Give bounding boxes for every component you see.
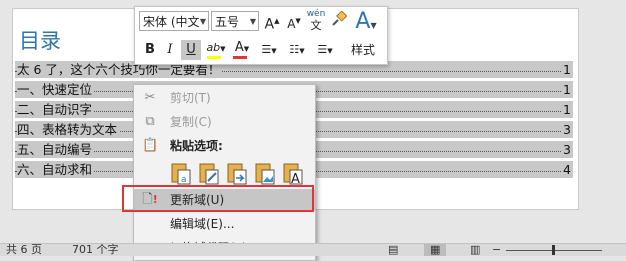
menu-item-label: 复制(C) [170,115,212,129]
toc-entry-page: 4 [561,161,571,178]
indent-icon[interactable]: ☰▼ [313,40,337,60]
toc-entry-page: 1 [561,101,571,118]
highlight-box [122,185,314,212]
toc-entry-label: 一、快速定位 [17,81,95,98]
copy-icon: ⧉ [145,114,155,129]
toc-entry-page: 1 [561,61,571,78]
paste-merge-format-icon[interactable] [198,161,220,187]
print-layout-icon[interactable]: ▦ [424,244,447,256]
menu-item-paste-options: 📋 粘贴选项: [134,135,315,157]
clipboard-icon: 📋 [142,138,159,153]
status-bar: 共 6 页 701 个字 ▤ ▦ ▥ − [0,243,626,256]
font-size-value: 五号 [215,15,240,29]
toc-entry-page: 1 [561,81,571,98]
zoom-slider-thumb[interactable] [552,245,555,255]
menu-item-cut[interactable]: ✂ 剪切(T) [134,87,315,109]
toc-entry-page: 3 [561,121,571,138]
chevron-down-icon: ▼ [199,17,206,26]
italic-button[interactable]: I [161,40,179,60]
word-count[interactable]: 701 个字 [72,244,119,256]
font-color-icon[interactable]: A▼ [231,38,253,59]
phonetic-guide-icon[interactable]: wén 文 [306,9,326,32]
margin-corner-mark [12,8,24,20]
numbering-icon[interactable]: ☷▼ [285,40,309,60]
toc-entry-label: 六、自动求和 [17,161,95,178]
toc-entry-label: 二、自动识字 [17,101,95,118]
styles-label[interactable]: 样式 [351,41,375,58]
context-menu: ✂ 剪切(T) ⧉ 复制(C) 📋 粘贴选项: a A 🗋! 更新域(U) 编辑… [133,84,316,261]
toc-title: 目录 [19,29,61,53]
toc-entry-label: 五、自动编号 [17,141,95,158]
mini-toolbar: 宋体 (中文 ▼ 五号 ▼ A▲ A▼ wén 文 A▼ B I U ab▼ A… [134,6,388,65]
menu-item-label: 编辑域(E)... [170,217,235,231]
font-name-select[interactable]: 宋体 (中文 ▼ [139,11,209,31]
menu-item-label: 粘贴选项: [170,139,223,153]
paste-picture-icon[interactable] [254,161,276,187]
styles-icon[interactable]: A▼ [353,9,379,34]
font-name-value: 宋体 (中文 [143,15,200,29]
font-color-bar [233,56,247,59]
font-size-select[interactable]: 五号 ▼ [211,11,259,31]
chevron-down-icon: ▼ [249,17,256,26]
svg-text:a: a [181,175,187,185]
shrink-font-icon[interactable]: A▼ [285,11,303,31]
highlight-color-bar [207,56,221,59]
web-layout-icon[interactable]: ▥ [470,244,480,256]
menu-item-edit-field[interactable]: 编辑域(E)... [134,213,315,235]
toc-entry-page: 3 [561,141,571,158]
read-mode-icon[interactable]: ▤ [388,244,398,256]
grow-font-icon[interactable]: A▲ [263,11,281,33]
menu-item-copy[interactable]: ⧉ 复制(C) [134,111,315,133]
zoom-out-icon[interactable]: − [492,244,501,256]
paste-keep-source-icon[interactable]: a [170,161,192,187]
toc-entry-label: 四、表格转为文本 [17,121,120,138]
scissors-icon: ✂ [144,90,156,105]
bold-button[interactable]: B [141,40,159,60]
underline-button[interactable]: U [181,40,201,60]
page-count[interactable]: 共 6 页 [6,244,42,256]
paste-text-only-icon[interactable]: A [282,161,304,187]
paste-link-icon[interactable] [226,161,248,187]
format-painter-icon[interactable] [330,10,348,31]
menu-item-label: 剪切(T) [170,91,211,105]
bullets-icon[interactable]: ☰▼ [257,40,281,60]
highlight-color-icon[interactable]: ab▼ [205,38,227,59]
phonetic-char: 文 [310,19,322,32]
